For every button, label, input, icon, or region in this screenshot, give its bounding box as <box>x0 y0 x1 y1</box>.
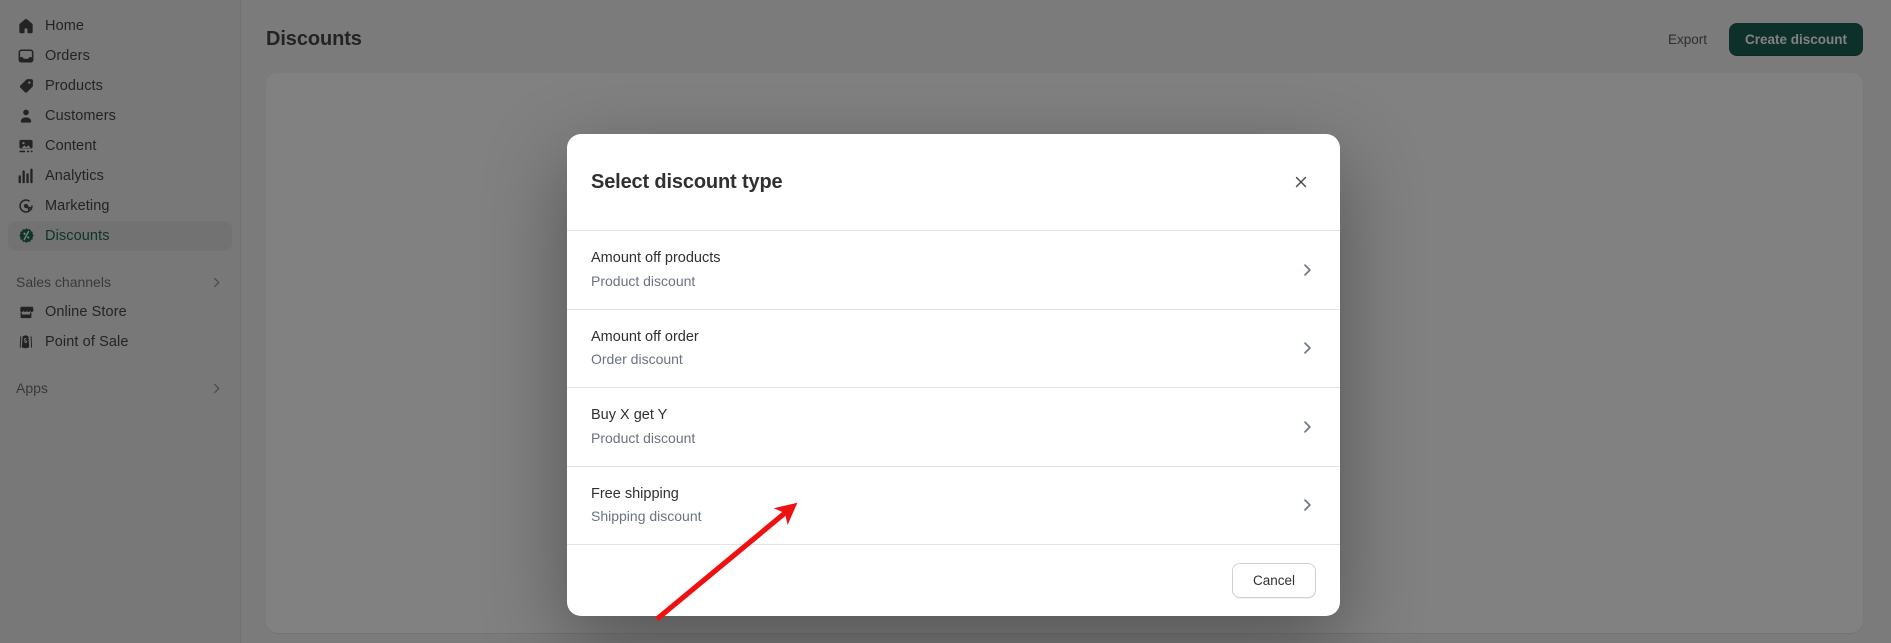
list-item-title: Free shipping <box>591 485 679 502</box>
modal-footer: Cancel <box>567 545 1340 616</box>
list-item-text: Free shipping Shipping discount <box>591 485 702 526</box>
list-item-text: Amount off order Order discount <box>591 328 699 369</box>
close-x-icon[interactable] <box>1286 167 1316 197</box>
list-item[interactable]: Amount off order Order discount <box>567 310 1340 389</box>
list-item-title: Amount off products <box>591 250 721 267</box>
app-root: Home Orders Products Customers <box>0 0 1891 643</box>
list-item-text: Buy X get Y Product discount <box>591 406 695 447</box>
list-item[interactable]: Amount off products Product discount <box>567 231 1340 310</box>
list-item[interactable]: Free shipping Shipping discount <box>567 467 1340 545</box>
modal-header: Select discount type <box>567 134 1340 232</box>
chevron-right-icon <box>1298 496 1316 514</box>
discount-type-list: Amount off products Product discount Amo… <box>567 231 1340 545</box>
list-item-title: Buy X get Y <box>591 407 668 424</box>
chevron-right-icon <box>1298 339 1316 357</box>
chevron-right-icon <box>1298 261 1316 279</box>
select-discount-type-modal: Select discount type Amount off products… <box>567 134 1340 616</box>
cancel-button[interactable]: Cancel <box>1231 563 1316 598</box>
list-item-subtitle: Product discount <box>591 272 696 289</box>
list-item-subtitle: Product discount <box>591 429 696 446</box>
list-item[interactable]: Buy X get Y Product discount <box>567 388 1340 467</box>
modal-title: Select discount type <box>591 170 783 193</box>
chevron-right-icon <box>1298 418 1316 436</box>
list-item-subtitle: Shipping discount <box>591 508 702 525</box>
list-item-subtitle: Order discount <box>591 351 683 368</box>
list-item-title: Amount off order <box>591 328 699 345</box>
list-item-text: Amount off products Product discount <box>591 249 721 290</box>
